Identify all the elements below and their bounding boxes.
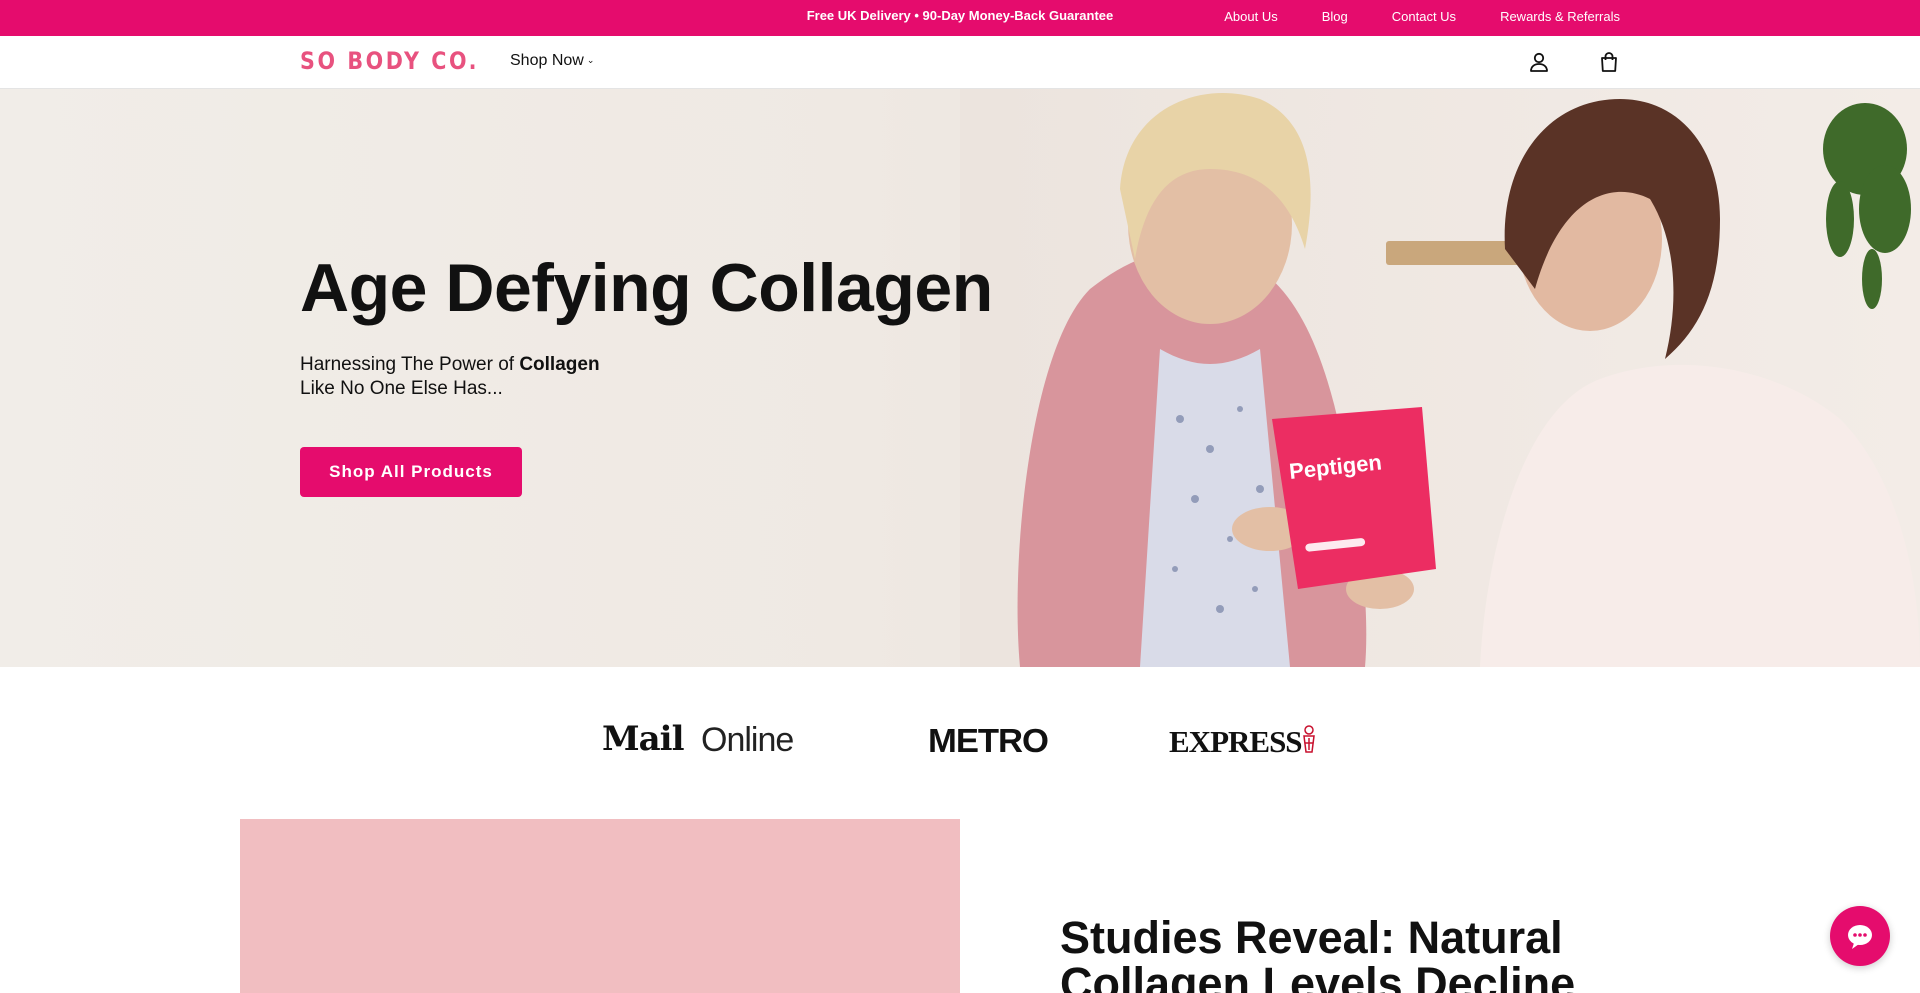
promo-text: Free UK Delivery • 90-Day Money-Back Gua… <box>806 8 1114 23</box>
cart-icon[interactable] <box>1597 50 1621 74</box>
mail-online-logo-mail: Mail <box>602 719 684 759</box>
feature-image-placeholder <box>240 819 960 993</box>
chat-bubble-icon <box>1848 925 1872 949</box>
site-header: SO BODY CO. Shop Now ⌄ <box>0 36 1920 89</box>
rewards-referrals-link[interactable]: Rewards & Referrals <box>1500 9 1620 24</box>
hero-subtitle-line2: Like No One Else Has... <box>300 378 503 399</box>
hero-subtitle: Harnessing The Power of Collagen Like No… <box>300 353 600 401</box>
hero-banner: Peptigen Age Defying Collagen Harnessing… <box>0 89 1920 667</box>
crusader-emblem-icon <box>1303 725 1315 753</box>
chat-launcher-button[interactable] <box>1830 906 1890 966</box>
hero-image: Peptigen <box>960 89 1920 667</box>
hero-subtitle-bold: Collagen <box>519 354 600 375</box>
press-logos: Mail Online METRO EXPRESS <box>0 667 1920 819</box>
blog-link[interactable]: Blog <box>1322 9 1348 24</box>
contact-us-link[interactable]: Contact Us <box>1392 9 1456 24</box>
hero-subtitle-prefix: Harnessing The Power of <box>300 354 520 375</box>
shop-now-menu[interactable]: Shop Now ⌄ <box>510 52 594 70</box>
utility-links: About Us Blog Contact Us Rewards & Refer… <box>1224 0 1620 36</box>
brand-logo[interactable]: SO BODY CO. <box>300 47 479 75</box>
metro-logo: METRO <box>928 722 1049 759</box>
announcement-bar: Free UK Delivery • 90-Day Money-Back Gua… <box>0 0 1920 36</box>
section-heading: Studies Reveal: Natural Collagen Levels … <box>1060 912 1576 993</box>
mail-online-logo-online: Online <box>701 721 794 759</box>
about-us-link[interactable]: About Us <box>1224 9 1277 24</box>
shop-now-label: Shop Now <box>510 52 584 69</box>
shop-all-products-button[interactable]: Shop All Products <box>300 447 522 497</box>
account-icon[interactable] <box>1527 50 1551 74</box>
chevron-down-icon: ⌄ <box>586 55 595 66</box>
express-logo: EXPRESS <box>1169 724 1303 759</box>
hero-title: Age Defying Collagen <box>300 250 993 326</box>
